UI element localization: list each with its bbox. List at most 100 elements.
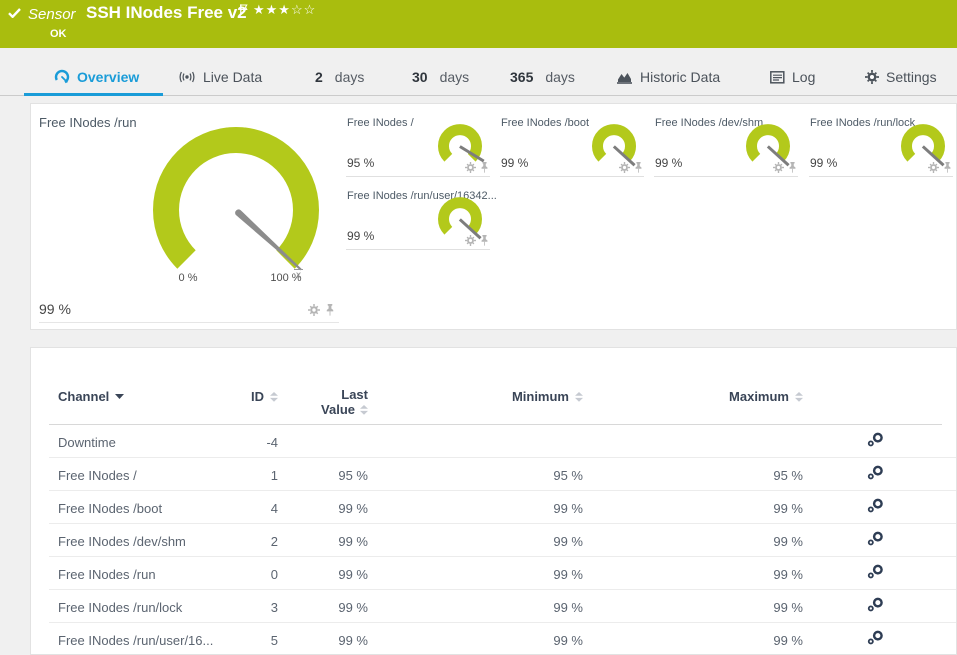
- tab-settings[interactable]: Settings: [863, 59, 939, 95]
- pin-icon[interactable]: [634, 162, 643, 173]
- channel-settings-icon: [867, 564, 884, 579]
- gauge-cell: Free INodes /run/user/16342... 99 %: [346, 185, 497, 250]
- channel-settings-button[interactable]: [867, 597, 891, 612]
- minimum-value: 99 %: [553, 534, 583, 549]
- column-header-channel[interactable]: Channel: [58, 389, 124, 404]
- gauge-cell-actions: [308, 304, 335, 316]
- minimum-value: 95 %: [553, 468, 583, 483]
- table-row: Free INodes /run/lock 3 99 % 99 % 99 %: [31, 590, 956, 623]
- column-label: Last: [341, 387, 368, 402]
- maximum-value: 95 %: [773, 468, 803, 483]
- pin-icon[interactable]: [943, 162, 952, 173]
- minimum-value: 99 %: [553, 600, 583, 615]
- gauge-icon: [54, 69, 70, 85]
- channel-settings-button[interactable]: [867, 465, 891, 480]
- gear-icon[interactable]: [928, 162, 939, 173]
- gauge-cell: Free INodes /dev/shm 99 %: [654, 112, 798, 177]
- channel-settings-icon: [867, 498, 884, 513]
- last-value: 99 %: [338, 534, 368, 549]
- channel-settings-button[interactable]: [867, 432, 891, 447]
- tab-overview[interactable]: Overview: [23, 59, 164, 96]
- stars-filled: ★★★: [253, 2, 291, 17]
- area-chart-icon: [617, 70, 633, 84]
- last-value: 99 %: [338, 501, 368, 516]
- tab-label: Log: [792, 69, 816, 85]
- channel-settings-button[interactable]: [867, 531, 891, 546]
- tab-label: Settings: [886, 69, 937, 85]
- tab-unit: days: [545, 69, 575, 85]
- table-row: Downtime -4: [31, 425, 956, 458]
- gauge-value: 99 %: [655, 156, 683, 170]
- object-kind-label: Sensor: [28, 6, 76, 23]
- check-icon: [8, 8, 21, 18]
- gauge-value: 99 %: [501, 156, 529, 170]
- table-row: Free INodes /dev/shm 2 99 % 99 % 99 %: [31, 524, 956, 557]
- last-value: 99 %: [338, 567, 368, 582]
- column-label: Channel: [58, 389, 110, 404]
- channels-table-panel: Channel ID Last Value Minimum Maximum Do…: [30, 347, 957, 655]
- gear-icon[interactable]: [773, 162, 784, 173]
- channel-id: 2: [270, 534, 278, 549]
- channel-settings-icon: [867, 432, 884, 447]
- pin-icon[interactable]: [788, 162, 797, 173]
- channel-settings-button[interactable]: [867, 630, 891, 645]
- column-label: Maximum: [729, 389, 789, 404]
- sort-icon: [360, 405, 368, 415]
- column-header-last-value[interactable]: Last Value: [278, 388, 368, 417]
- channel-id: 0: [270, 567, 278, 582]
- column-label: ID: [251, 389, 264, 404]
- maximum-value: 99 %: [773, 600, 803, 615]
- gauge-title: Free INodes /run: [39, 115, 137, 130]
- column-label: Minimum: [511, 389, 569, 404]
- channel-name: Free INodes /boot: [58, 501, 163, 516]
- gauge-title: Free INodes /boot: [501, 117, 590, 129]
- column-header-id[interactable]: ID: [178, 389, 278, 404]
- sort-icon: [575, 392, 583, 402]
- gauge-value: 99 %: [810, 156, 838, 170]
- table-header-row: Channel ID Last Value Minimum Maximum: [31, 348, 956, 425]
- maximum-value: 99 %: [773, 534, 803, 549]
- tab-historic-data[interactable]: Historic Data: [615, 59, 722, 95]
- flag-icon[interactable]: [240, 4, 248, 15]
- channel-settings-button[interactable]: [867, 564, 891, 579]
- maximum-value: 99 %: [773, 633, 803, 648]
- gauge-cell-actions: [465, 162, 489, 173]
- gear-icon[interactable]: [465, 162, 476, 173]
- minimum-value: 99 %: [553, 501, 583, 516]
- column-label: Value: [321, 402, 355, 417]
- gear-icon[interactable]: [308, 304, 320, 316]
- tab-365-days[interactable]: 365 days: [508, 59, 577, 95]
- gauges-panel: Free INodes /run 0 % 100 % x 99 % Free I…: [30, 103, 957, 330]
- pin-icon[interactable]: [325, 304, 335, 316]
- last-value: 95 %: [338, 468, 368, 483]
- status-badge: OK: [50, 28, 67, 40]
- gauge-cell: Free INodes /run/lock 99 %: [809, 112, 953, 177]
- sort-icon: [270, 392, 278, 402]
- channel-id: 4: [270, 501, 278, 516]
- pin-icon[interactable]: [480, 235, 489, 246]
- tab-2-days[interactable]: 2 days: [313, 59, 366, 95]
- gauge-value: 99 %: [39, 301, 71, 317]
- channel-settings-button[interactable]: [867, 498, 891, 513]
- gear-icon[interactable]: [465, 235, 476, 246]
- gauge-cell-actions: [773, 162, 797, 173]
- column-header-maximum[interactable]: Maximum: [583, 389, 803, 404]
- channel-name: Free INodes /run/lock: [58, 600, 183, 615]
- channel-id: 3: [270, 600, 278, 615]
- tab-label: Live Data: [203, 69, 263, 85]
- tab-30-days[interactable]: 30 days: [410, 59, 471, 95]
- tab-number: 30: [412, 69, 428, 85]
- maximum-value: 99 %: [773, 567, 803, 582]
- gauge-cell-actions: [928, 162, 952, 173]
- gauge-value: 95 %: [347, 156, 375, 170]
- tab-label: Overview: [77, 69, 140, 85]
- gear-icon[interactable]: [619, 162, 630, 173]
- channel-settings-icon: [867, 597, 884, 612]
- column-header-minimum[interactable]: Minimum: [368, 389, 583, 404]
- tab-live-data[interactable]: Live Data: [176, 59, 264, 95]
- priority-star-rating[interactable]: ★★★☆☆: [253, 2, 316, 18]
- tab-log[interactable]: Log: [768, 59, 817, 95]
- average-marker: x: [294, 269, 303, 281]
- pin-icon[interactable]: [480, 162, 489, 173]
- channel-settings-icon: [867, 465, 884, 480]
